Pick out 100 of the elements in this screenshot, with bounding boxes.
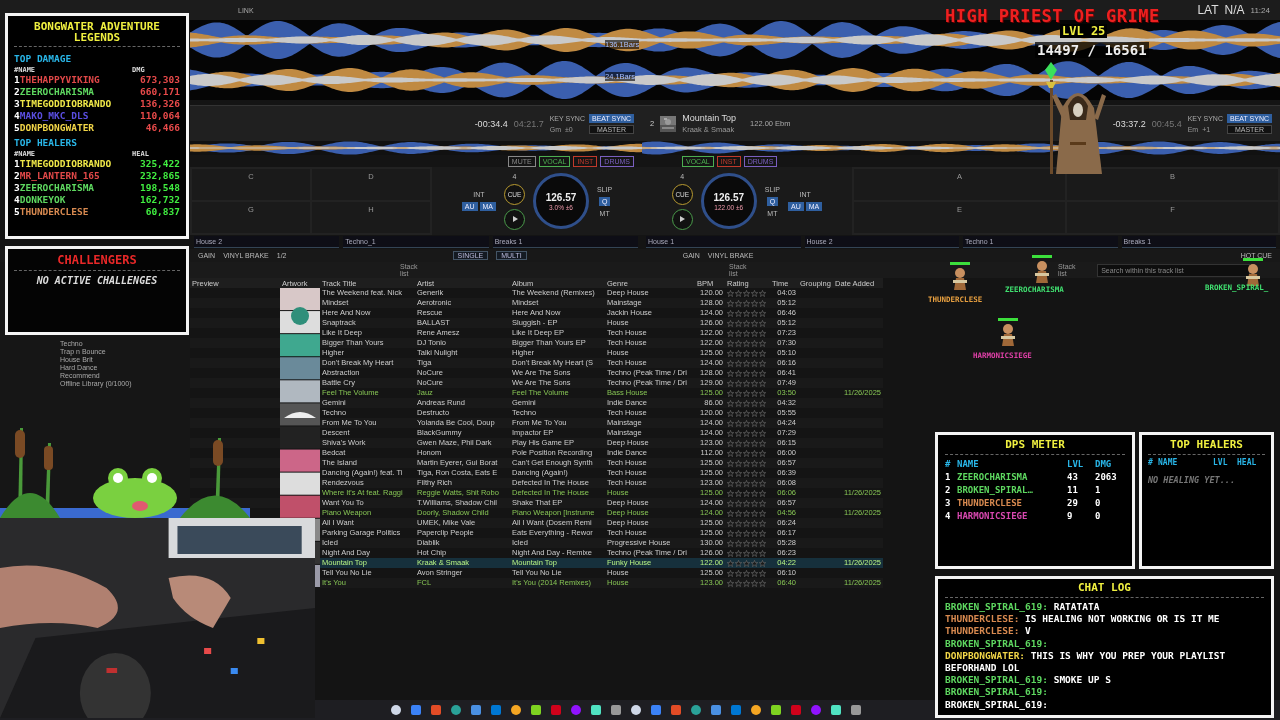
rating-star[interactable] — [743, 509, 750, 517]
rating-star[interactable] — [735, 349, 742, 357]
rating-star[interactable] — [727, 509, 734, 517]
rating-star[interactable] — [735, 569, 742, 577]
rating-star[interactable] — [751, 569, 758, 577]
rating-star[interactable] — [751, 389, 758, 397]
rating-star[interactable] — [751, 549, 758, 557]
rating-star[interactable] — [727, 419, 734, 427]
rating-star[interactable] — [743, 339, 750, 347]
rating-star[interactable] — [735, 539, 742, 547]
rating-star[interactable] — [759, 559, 766, 567]
rating-star[interactable] — [743, 309, 750, 317]
taskbar-icon[interactable] — [750, 704, 762, 716]
rating-star[interactable] — [735, 489, 742, 497]
rating-star[interactable] — [751, 319, 758, 327]
play-button[interactable] — [504, 208, 525, 230]
taskbar-icon[interactable] — [510, 704, 522, 716]
rating-star[interactable] — [759, 299, 766, 307]
rating-star[interactable] — [759, 289, 766, 297]
rating-star[interactable] — [751, 559, 758, 567]
rating-star[interactable] — [743, 389, 750, 397]
taskbar-icon[interactable] — [610, 704, 622, 716]
rating-star[interactable] — [759, 479, 766, 487]
rating-star[interactable] — [743, 419, 750, 427]
rating-star[interactable] — [735, 289, 742, 297]
rating-star[interactable] — [759, 499, 766, 507]
rating-star[interactable] — [735, 549, 742, 557]
rating-star[interactable] — [727, 349, 734, 357]
rating-star[interactable] — [727, 439, 734, 447]
rating-star[interactable] — [751, 339, 758, 347]
rating-star[interactable] — [735, 529, 742, 537]
taskbar-icon[interactable] — [710, 704, 722, 716]
rating-star[interactable] — [759, 489, 766, 497]
rating-star[interactable] — [727, 389, 734, 397]
rating-star[interactable] — [727, 569, 734, 577]
rating-star[interactable] — [727, 289, 734, 297]
taskbar-icon[interactable] — [850, 704, 862, 716]
rating-star[interactable] — [727, 559, 734, 567]
rating-star[interactable] — [735, 299, 742, 307]
rating-star[interactable] — [735, 339, 742, 347]
taskbar-icon[interactable] — [450, 704, 462, 716]
rating-star[interactable] — [759, 409, 766, 417]
rating-star[interactable] — [727, 519, 734, 527]
rating-star[interactable] — [759, 529, 766, 537]
rating-star[interactable] — [751, 529, 758, 537]
rating-star[interactable] — [727, 499, 734, 507]
rating-star[interactable] — [727, 399, 734, 407]
rating-star[interactable] — [735, 389, 742, 397]
rating-star[interactable] — [735, 369, 742, 377]
rating-star[interactable] — [751, 369, 758, 377]
rating-star[interactable] — [743, 479, 750, 487]
rating-star[interactable] — [743, 539, 750, 547]
rating-star[interactable] — [751, 309, 758, 317]
rating-star[interactable] — [735, 399, 742, 407]
rating-star[interactable] — [727, 369, 734, 377]
rating-star[interactable] — [735, 579, 742, 587]
rating-star[interactable] — [743, 349, 750, 357]
rating-star[interactable] — [759, 509, 766, 517]
rating-star[interactable] — [735, 509, 742, 517]
rating-star[interactable] — [759, 389, 766, 397]
rating-star[interactable] — [751, 479, 758, 487]
rating-star[interactable] — [751, 539, 758, 547]
rating-star[interactable] — [751, 469, 758, 477]
rating-star[interactable] — [751, 409, 758, 417]
taskbar-icon[interactable] — [630, 704, 642, 716]
rating-star[interactable] — [727, 529, 734, 537]
rating-star[interactable] — [759, 439, 766, 447]
rating-star[interactable] — [743, 559, 750, 567]
rating-star[interactable] — [751, 399, 758, 407]
rating-star[interactable] — [751, 329, 758, 337]
rating-star[interactable] — [735, 309, 742, 317]
rating-star[interactable] — [735, 479, 742, 487]
rating-star[interactable] — [727, 429, 734, 437]
rating-star[interactable] — [743, 549, 750, 557]
rating-star[interactable] — [743, 569, 750, 577]
rating-star[interactable] — [743, 359, 750, 367]
rating-star[interactable] — [751, 289, 758, 297]
rating-star[interactable] — [743, 449, 750, 457]
rating-star[interactable] — [727, 359, 734, 367]
rating-star[interactable] — [759, 519, 766, 527]
rating-star[interactable] — [727, 579, 734, 587]
rating-star[interactable] — [735, 359, 742, 367]
taskbar-icon[interactable] — [530, 704, 542, 716]
rating-star[interactable] — [751, 439, 758, 447]
taskbar-icon[interactable] — [770, 704, 782, 716]
rating-star[interactable] — [727, 319, 734, 327]
rating-star[interactable] — [727, 329, 734, 337]
rating-star[interactable] — [759, 539, 766, 547]
rating-star[interactable] — [727, 489, 734, 497]
rating-star[interactable] — [751, 509, 758, 517]
rating-star[interactable] — [743, 399, 750, 407]
rating-star[interactable] — [727, 339, 734, 347]
rating-star[interactable] — [759, 359, 766, 367]
rating-star[interactable] — [759, 379, 766, 387]
taskbar-icon[interactable] — [690, 704, 702, 716]
rating-star[interactable] — [735, 329, 742, 337]
rating-star[interactable] — [743, 529, 750, 537]
rating-star[interactable] — [727, 479, 734, 487]
rating-star[interactable] — [743, 409, 750, 417]
rating-star[interactable] — [735, 459, 742, 467]
